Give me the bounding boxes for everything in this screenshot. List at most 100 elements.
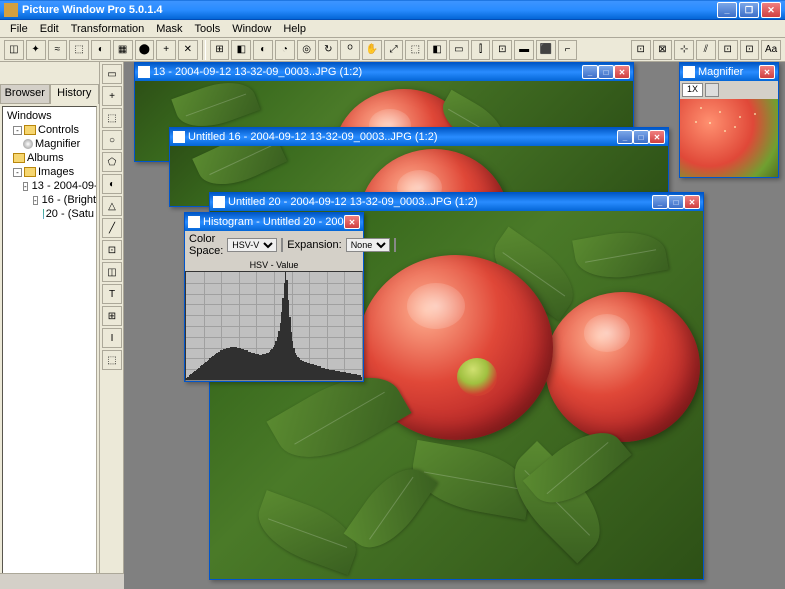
folder-icon	[24, 125, 36, 135]
doc-close-button[interactable]: ✕	[614, 65, 630, 79]
magnifier-window[interactable]: Magnifier ✕ 1X	[679, 62, 779, 178]
doc-titlebar-13[interactable]: 13 - 2004-09-12 13-32-09_0003..JPG (1:2)…	[135, 63, 633, 81]
menu-window[interactable]: Window	[226, 23, 277, 35]
magnifier-close-button[interactable]: ✕	[759, 65, 775, 79]
tool-btn-g2-14[interactable]: ⊡	[492, 40, 512, 60]
tool-btn-1[interactable]: ◫	[4, 40, 24, 60]
tab-history[interactable]: History	[50, 84, 100, 104]
tool-btn-8[interactable]: +	[156, 40, 176, 60]
tool-btn-5[interactable]: ◐	[91, 40, 111, 60]
toolbar-separator	[202, 40, 206, 60]
histogram-window[interactable]: Histogram - Untitled 20 - 2004-... ✕ Col…	[184, 212, 364, 382]
tool-btn-9[interactable]: ✕	[178, 40, 198, 60]
colorspace-label: Color Space:	[189, 233, 223, 257]
toolbar-top: ◫ ✦ ≈ ⬚ ◐ ▦ ⬤ + ✕ ⊞ ◧ ◐ ◔ ◎ ↻ ᴼ ✋ ⤢ ⬚ ◧ …	[0, 38, 785, 62]
tool-btn-g2-4[interactable]: ◔	[275, 40, 295, 60]
doc-close-button[interactable]: ✕	[649, 130, 665, 144]
tree-root[interactable]: Windows	[5, 109, 94, 123]
tool-btn-7[interactable]: ⬤	[135, 40, 155, 60]
menu-mask[interactable]: Mask	[150, 23, 188, 35]
vtool-12[interactable]: ⊞	[102, 306, 122, 326]
vtool-10[interactable]: ◫	[102, 262, 122, 282]
vtool-1[interactable]: ▭	[102, 64, 122, 84]
tool-btn-g2-17[interactable]: ⌐	[558, 40, 578, 60]
doc-maximize-button[interactable]: □	[633, 130, 649, 144]
tool-btn-g2-1[interactable]: ⊞	[210, 40, 230, 60]
tool-btn-6[interactable]: ▦	[113, 40, 133, 60]
vtool-8[interactable]: ╱	[102, 218, 122, 238]
vtool-11[interactable]: T	[102, 284, 122, 304]
tree-controls[interactable]: -Controls	[5, 123, 94, 137]
colorspace-select[interactable]: HSV-V	[227, 238, 277, 252]
doc-maximize-button[interactable]: □	[668, 195, 684, 209]
doc-minimize-button[interactable]: _	[582, 65, 598, 79]
vtool-6[interactable]: ◐	[102, 174, 122, 194]
tool-btn-g2-7[interactable]: ᴼ	[340, 40, 360, 60]
document-icon	[173, 131, 185, 143]
tool-btn-2[interactable]: ✦	[26, 40, 46, 60]
tool-btn-g3-2[interactable]: ⊠	[653, 40, 673, 60]
minimize-button[interactable]: _	[717, 2, 737, 18]
tree-images[interactable]: -Images	[5, 165, 94, 179]
menu-file[interactable]: File	[4, 23, 34, 35]
vtool-7[interactable]: △	[102, 196, 122, 216]
histogram-close-button[interactable]: ✕	[344, 215, 360, 229]
histogram-titlebar[interactable]: Histogram - Untitled 20 - 2004-... ✕	[185, 213, 363, 231]
vtool-13[interactable]: I	[102, 328, 122, 348]
tool-btn-g2-2[interactable]: ◧	[231, 40, 251, 60]
tree-magnifier[interactable]: Magnifier	[5, 137, 94, 151]
doc-minimize-button[interactable]: _	[652, 195, 668, 209]
tool-btn-g2-9[interactable]: ⤢	[384, 40, 404, 60]
magnifier-titlebar[interactable]: Magnifier ✕	[680, 63, 778, 81]
doc-titlebar-20[interactable]: Untitled 20 - 2004-09-12 13-32-09_0003..…	[210, 193, 703, 211]
app-icon	[4, 3, 18, 17]
tool-btn-g2-15[interactable]: ▬	[514, 40, 534, 60]
tool-btn-g3-3[interactable]: ⊹	[674, 40, 694, 60]
doc-minimize-button[interactable]: _	[617, 130, 633, 144]
menu-transformation[interactable]: Transformation	[65, 23, 151, 35]
magnifier-zoom-button[interactable]	[705, 83, 719, 97]
tree-img-20[interactable]: 20 - (Satu	[5, 207, 94, 221]
vtool-4[interactable]: ○	[102, 130, 122, 150]
tool-btn-g2-6[interactable]: ↻	[318, 40, 338, 60]
tab-browser[interactable]: Browser	[0, 84, 50, 104]
tool-btn-text[interactable]: Aa	[761, 40, 781, 60]
tool-btn-g2-13[interactable]: ⫿	[471, 40, 491, 60]
tool-btn-g2-10[interactable]: ⬚	[405, 40, 425, 60]
menubar: File Edit Transformation Mask Tools Wind…	[0, 20, 785, 38]
histogram-chart-label: HSV - Value	[185, 259, 363, 271]
vtool-9[interactable]: ⊡	[102, 240, 122, 260]
colorspace-button[interactable]	[281, 238, 283, 252]
vtool-3[interactable]: ⬚	[102, 108, 122, 128]
tool-btn-g2-16[interactable]: ⬛	[536, 40, 556, 60]
tree-img-13[interactable]: -13 - 2004-09-12 13	[5, 179, 94, 193]
vtool-14[interactable]: ⬚	[102, 350, 122, 370]
doc-titlebar-16[interactable]: Untitled 16 - 2004-09-12 13-32-09_0003..…	[170, 128, 668, 146]
tool-btn-g2-11[interactable]: ◧	[427, 40, 447, 60]
restore-button[interactable]: ❐	[739, 2, 759, 18]
menu-edit[interactable]: Edit	[34, 23, 65, 35]
tool-btn-g3-6[interactable]: ⊡	[740, 40, 760, 60]
tool-btn-3[interactable]: ≈	[48, 40, 68, 60]
tool-btn-g2-8[interactable]: ✋	[362, 40, 382, 60]
tool-btn-g2-3[interactable]: ◐	[253, 40, 273, 60]
vtool-2[interactable]: +	[102, 86, 122, 106]
doc-maximize-button[interactable]: □	[598, 65, 614, 79]
expansion-select[interactable]: None	[346, 238, 390, 252]
doc-close-button[interactable]: ✕	[684, 195, 700, 209]
tree-albums[interactable]: Albums	[5, 151, 94, 165]
tree-img-16[interactable]: -16 - (Brightnes	[5, 193, 94, 207]
tool-btn-4[interactable]: ⬚	[69, 40, 89, 60]
tool-btn-g2-12[interactable]: ▭	[449, 40, 469, 60]
magnifier-zoom[interactable]: 1X	[682, 83, 703, 97]
close-button[interactable]: ✕	[761, 2, 781, 18]
menu-tools[interactable]: Tools	[189, 23, 227, 35]
expansion-button[interactable]	[394, 238, 396, 252]
history-tree[interactable]: Windows -Controls Magnifier Albums -Imag…	[2, 106, 97, 587]
tool-btn-g3-1[interactable]: ⊡	[631, 40, 651, 60]
tool-btn-g2-5[interactable]: ◎	[297, 40, 317, 60]
vtool-5[interactable]: ⬠	[102, 152, 122, 172]
tool-btn-g3-5[interactable]: ⊡	[718, 40, 738, 60]
tool-btn-g3-4[interactable]: ⫽	[696, 40, 716, 60]
menu-help[interactable]: Help	[277, 23, 312, 35]
